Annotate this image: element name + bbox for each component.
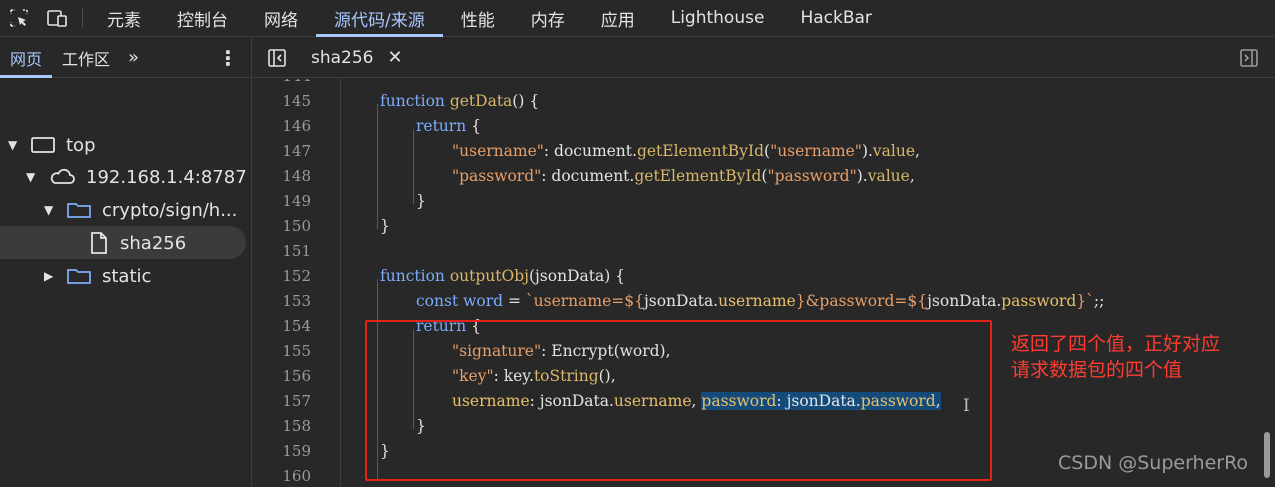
file-icon <box>88 231 110 255</box>
tree-node-file[interactable]: sha256 <box>88 228 186 258</box>
folder-icon <box>66 200 92 220</box>
tab-console[interactable]: 控制台 <box>159 0 246 36</box>
line-number: 150 <box>282 217 311 235</box>
tab-application[interactable]: 应用 <box>583 0 653 36</box>
cloud-icon <box>48 167 76 187</box>
line-number: 155 <box>282 342 311 360</box>
collapsed-arrow-icon: ▶ <box>44 269 54 283</box>
line-number: 146 <box>282 117 311 135</box>
tree-label-top: top <box>66 134 96 156</box>
line-number: 159 <box>282 442 311 460</box>
tab-workspace[interactable]: 工作区 <box>52 38 120 77</box>
line-number: 154 <box>282 317 311 335</box>
tab-sources[interactable]: 源代码/来源 <box>316 0 443 37</box>
line-number: 148 <box>282 167 311 185</box>
annotation-line-1: 返回了四个值，正好对应 <box>1011 333 1221 355</box>
line-number: 152 <box>282 267 311 285</box>
toggle-debugger-icon[interactable] <box>1223 48 1275 68</box>
expanded-arrow-icon: ▼ <box>44 203 54 217</box>
line-number: 151 <box>282 242 311 260</box>
line-number: 153 <box>282 292 311 310</box>
expanded-arrow-icon: ▼ <box>8 138 18 152</box>
file-tab-sha256[interactable]: sha256 ✕ <box>301 38 413 78</box>
tab-lighthouse[interactable]: Lighthouse <box>653 0 783 36</box>
close-icon[interactable]: ✕ <box>388 47 403 68</box>
indent-guide <box>377 104 378 229</box>
code-line-148: "password": document.getElementById("pas… <box>452 167 915 185</box>
tree-node-host[interactable]: ▼ 192.168.1.4:8787 <box>26 162 247 192</box>
indent-guide <box>413 129 414 204</box>
tree-label-static: static <box>102 265 152 287</box>
tab-performance[interactable]: 性能 <box>443 0 513 36</box>
code-line-147: "username": document.getElementById("use… <box>452 142 920 160</box>
line-number: 147 <box>282 142 311 160</box>
line-number: 145 <box>282 92 311 110</box>
code-line-152: function outputObj(jsonData) { <box>380 267 626 285</box>
tree-node-top[interactable]: ▼ top <box>8 130 96 160</box>
editor-tabs: sha256 ✕ <box>253 38 1275 78</box>
toolbar-divider <box>82 8 83 28</box>
more-tabs-icon[interactable]: » <box>120 38 147 77</box>
watermark: CSDN @SuperherRo <box>1058 452 1249 474</box>
tab-network[interactable]: 网络 <box>246 0 316 36</box>
frame-icon <box>30 135 56 155</box>
devtools-toolbar: 元素 控制台 网络 源代码/来源 性能 内存 应用 Lighthouse Hac… <box>0 0 1275 37</box>
navigator-tabs: 网页 工作区 » ⋮ <box>0 38 251 78</box>
tab-hackbar[interactable]: HackBar <box>782 0 889 36</box>
line-number: 158 <box>282 417 311 435</box>
code-line-149: } <box>416 192 426 210</box>
code-line-150: } <box>380 217 390 235</box>
annotation-text: 返回了四个值，正好对应 请求数据包的四个值 <box>1011 331 1251 383</box>
tab-memory[interactable]: 内存 <box>513 0 583 36</box>
sources-navigator: 网页 工作区 » ⋮ ▼ top ▼ 192.168.1.4:8787 ▼ cr… <box>0 38 252 487</box>
line-number: 156 <box>282 367 311 385</box>
tree-label-host: 192.168.1.4:8787 <box>86 166 247 188</box>
tree-node-static[interactable]: ▶ static <box>44 261 151 291</box>
line-number: 157 <box>282 392 311 410</box>
device-toolbar-icon[interactable] <box>38 0 76 36</box>
expanded-arrow-icon: ▼ <box>26 170 36 184</box>
code-line-146: return { <box>416 117 481 135</box>
annotation-highlight-box <box>365 320 992 481</box>
annotation-line-2: 请求数据包的四个值 <box>1011 359 1183 381</box>
inspect-element-icon[interactable] <box>0 0 38 36</box>
code-line-145: function getData() { <box>380 92 540 110</box>
tab-page[interactable]: 网页 <box>0 38 53 78</box>
toggle-navigator-icon[interactable] <box>253 48 301 68</box>
line-number: 160 <box>282 467 311 485</box>
tree-label-file: sha256 <box>120 232 187 254</box>
line-number: 144 <box>253 79 311 85</box>
file-tab-label: sha256 <box>311 47 374 68</box>
gutter-divider <box>340 79 341 487</box>
vertical-scrollbar[interactable] <box>1264 432 1270 478</box>
line-number: 149 <box>282 192 311 210</box>
code-line-153: const word = `username=${jsonData.userna… <box>416 292 1105 310</box>
tab-elements[interactable]: 元素 <box>89 0 159 36</box>
kebab-menu-icon[interactable]: ⋮ <box>205 38 251 77</box>
tree-node-folder[interactable]: ▼ crypto/sign/h... <box>44 195 237 225</box>
tree-label-folder: crypto/sign/h... <box>102 199 238 221</box>
folder-icon <box>66 266 92 286</box>
